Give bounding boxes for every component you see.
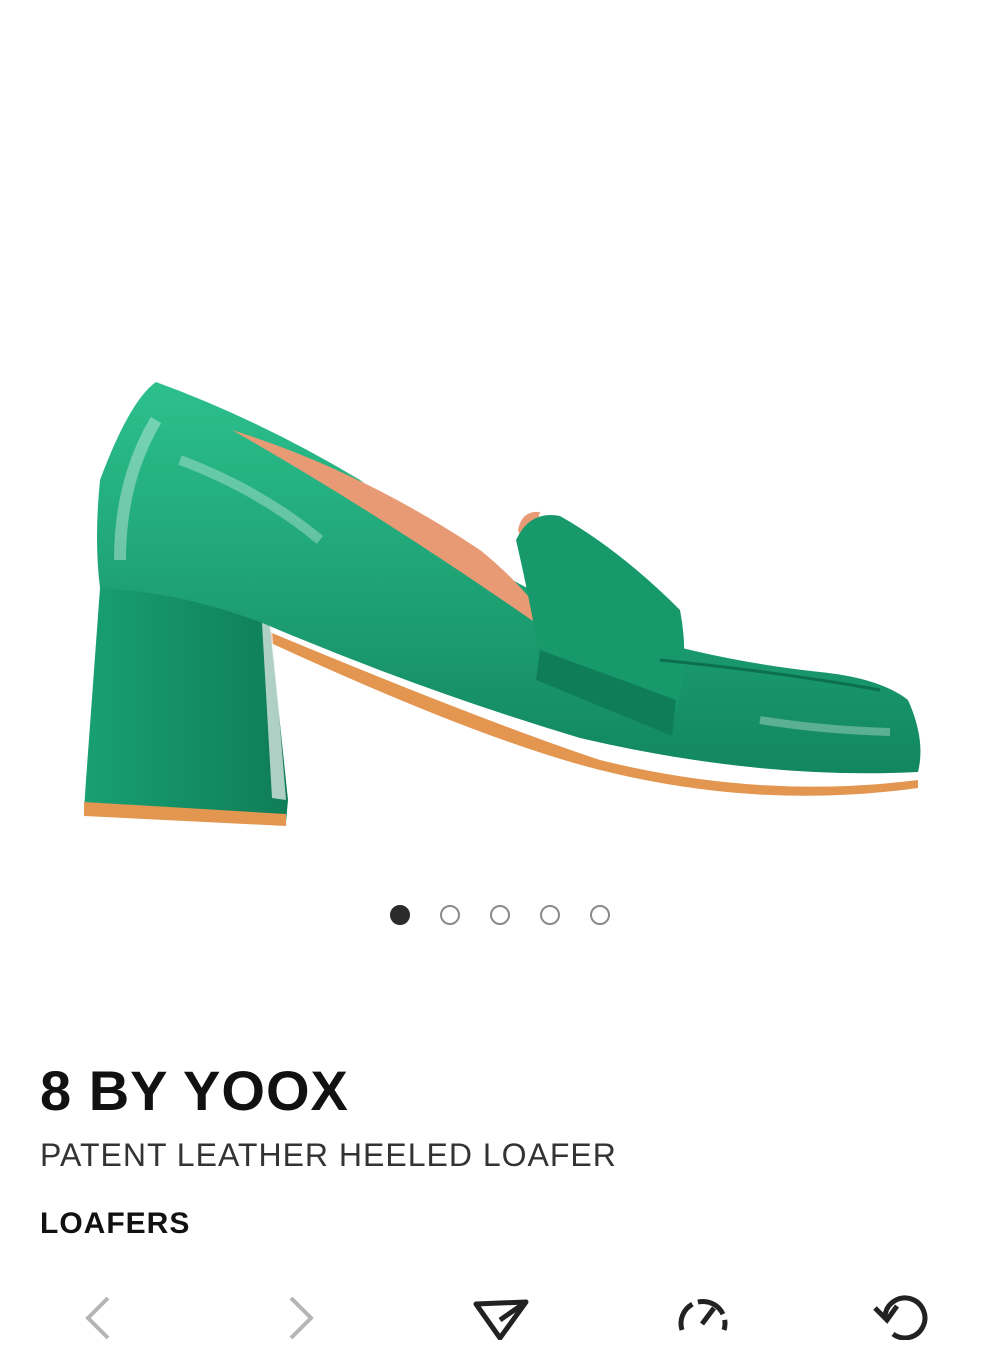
product-name: PATENT LEATHER HEELED LOAFER xyxy=(40,1137,617,1173)
browser-toolbar xyxy=(0,1290,1000,1350)
product-image xyxy=(84,382,921,826)
image-pagination xyxy=(0,905,1000,925)
pagination-dot[interactable] xyxy=(540,905,560,925)
pagination-dot[interactable] xyxy=(440,905,460,925)
product-gallery[interactable] xyxy=(0,0,1000,880)
pagination-dot[interactable] xyxy=(390,905,410,925)
brand-name: 8 BY YOOX xyxy=(40,1059,349,1122)
pagination-dot[interactable] xyxy=(590,905,610,925)
forward-button[interactable] xyxy=(265,1290,335,1350)
pagination-dot[interactable] xyxy=(490,905,510,925)
speed-button[interactable] xyxy=(667,1290,737,1350)
reload-button[interactable] xyxy=(866,1290,936,1350)
back-button[interactable] xyxy=(62,1290,132,1350)
product-category: LOAFERS xyxy=(40,1207,191,1240)
share-button[interactable] xyxy=(465,1290,535,1350)
